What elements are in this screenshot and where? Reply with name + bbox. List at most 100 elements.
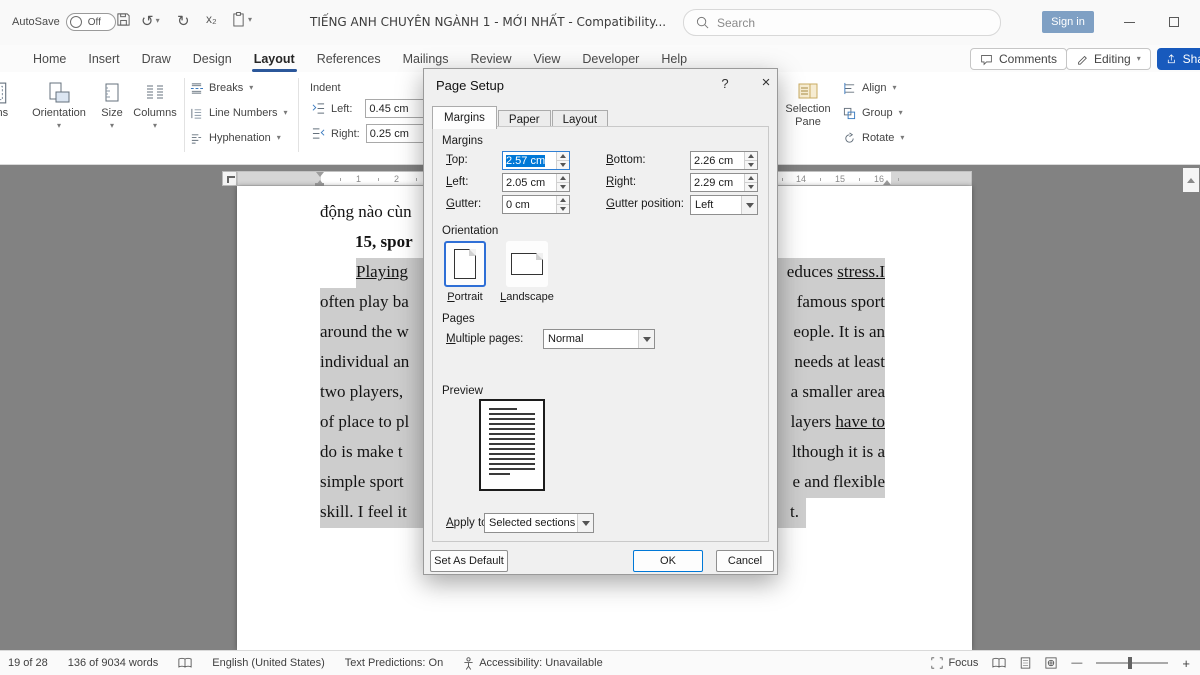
right-indent-marker[interactable] <box>883 176 891 185</box>
right-margin-input[interactable]: 2.29 cm <box>690 173 758 192</box>
focus-mode-button[interactable]: Focus <box>931 657 978 669</box>
breaks-button[interactable]: Breaks ▾ <box>190 80 253 96</box>
dialog-help-button[interactable]: ? <box>716 76 734 94</box>
right-margin-spinner[interactable] <box>744 174 757 191</box>
ruler-number: 2 <box>394 174 399 184</box>
subscript-button[interactable]: x₂ <box>206 12 217 26</box>
tab-draw[interactable]: Draw <box>131 45 182 72</box>
rotate-button[interactable]: Rotate ▾ <box>843 130 904 146</box>
orientation-icon <box>48 82 70 104</box>
tab-layout[interactable]: Layout <box>243 45 306 72</box>
multiple-pages-dropdown[interactable]: Normal <box>543 329 655 349</box>
title-chevron-icon[interactable]: ▾ <box>628 16 632 24</box>
ruler-tick <box>340 178 341 181</box>
gutter-position-dropdown[interactable]: Left <box>690 195 758 215</box>
tab-design[interactable]: Design <box>182 45 243 72</box>
undo-button[interactable]: ↺ ▾ <box>141 12 160 30</box>
selection-pane-label-1: Selection <box>785 103 830 115</box>
indent-right-input[interactable] <box>366 124 428 143</box>
landscape-icon <box>511 253 543 275</box>
save-button[interactable] <box>116 12 131 27</box>
sign-in-button[interactable]: Sign in <box>1042 11 1094 33</box>
dialog-close-button[interactable]: × <box>756 74 776 94</box>
rotate-icon <box>843 132 856 145</box>
portrait-option[interactable] <box>444 241 486 287</box>
zoom-out-button[interactable]: — <box>1071 657 1082 669</box>
maximize-button[interactable] <box>1169 17 1179 27</box>
search-input[interactable] <box>717 16 957 30</box>
tab-references[interactable]: References <box>306 45 392 72</box>
chevron-down-icon: ▾ <box>57 122 61 130</box>
share-button[interactable]: Shar <box>1157 48 1200 70</box>
editing-mode-button[interactable]: Editing ▾ <box>1066 48 1151 70</box>
autosave-control[interactable]: AutoSave Off <box>12 13 116 31</box>
zoom-slider-thumb[interactable] <box>1128 657 1132 669</box>
read-mode-icon <box>992 657 1006 669</box>
top-margin-spinner[interactable] <box>556 152 569 169</box>
indent-left-input[interactable] <box>365 99 427 118</box>
comments-button[interactable]: Comments <box>970 48 1067 70</box>
cancel-button[interactable]: Cancel <box>716 550 774 572</box>
tab-home[interactable]: Home <box>22 45 77 72</box>
clipboard-icon <box>232 12 245 27</box>
left-margin-input[interactable]: 2.05 cm <box>502 173 570 192</box>
title-bar: AutoSave Off ↺ ▾ ↻ x₂ ▾ TIẾNG ANH CHUYÊN… <box>0 0 1200 45</box>
hyphenation-button[interactable]: Hyphenation ▾ <box>190 130 281 146</box>
page-indicator[interactable]: 19 of 28 <box>8 657 48 669</box>
text-predictions-indicator[interactable]: Text Predictions: On <box>345 657 443 669</box>
zoom-slider[interactable] <box>1096 662 1168 664</box>
scrollbar-up-button[interactable] <box>1183 168 1199 192</box>
size-button[interactable]: Size ▾ <box>96 82 128 130</box>
accessibility-checker[interactable]: Accessibility: Unavailable <box>463 657 603 670</box>
tab-insert[interactable]: Insert <box>77 45 130 72</box>
landscape-option[interactable] <box>506 241 548 287</box>
group-divider <box>298 78 299 152</box>
bottom-margin-input[interactable]: 2.26 cm <box>690 151 758 170</box>
zoom-in-button[interactable]: + <box>1182 656 1190 671</box>
top-margin-label: Top: <box>446 154 468 166</box>
proofing-button[interactable] <box>178 657 192 669</box>
page-setup-dialog: Page Setup ? × Margins Paper Layout Marg… <box>423 68 778 575</box>
bottom-margin-spinner[interactable] <box>744 152 757 169</box>
language-indicator[interactable]: English (United States) <box>212 657 325 669</box>
spin-down-icon <box>748 185 754 192</box>
group-objects-icon <box>843 107 856 120</box>
line-numbers-button[interactable]: Line Numbers ▾ <box>190 105 288 121</box>
orientation-button[interactable]: Orientation ▾ <box>30 82 88 130</box>
ok-button[interactable]: OK <box>633 550 703 572</box>
minimize-button[interactable] <box>1124 22 1135 23</box>
paste-button[interactable]: ▾ <box>232 12 252 27</box>
selection-pane-button[interactable]: Selection Pane <box>783 82 833 128</box>
comments-label: Comments <box>999 52 1057 66</box>
redo-button[interactable]: ↻ <box>177 12 190 30</box>
left-margin-spinner[interactable] <box>556 174 569 191</box>
ruler-right-margin-zone <box>891 172 971 185</box>
chevron-down-icon: ▾ <box>153 122 157 130</box>
print-layout-icon <box>1020 657 1031 669</box>
autosave-toggle[interactable]: Off <box>66 13 116 31</box>
columns-button[interactable]: Columns ▾ <box>132 82 178 130</box>
web-layout-button[interactable] <box>1045 657 1057 669</box>
chevron-down-icon: ▾ <box>899 109 903 117</box>
apply-to-dropdown[interactable]: Selected sections <box>484 513 594 533</box>
ruler-tick <box>416 178 417 181</box>
document-title: TIẾNG ANH CHUYÊN NGÀNH 1 - MỚI NHẤT - Co… <box>310 15 640 29</box>
search-box[interactable] <box>683 9 1001 36</box>
subscript-icon: x₂ <box>206 12 217 26</box>
group-button[interactable]: Group ▾ <box>843 105 903 121</box>
gutter-input[interactable]: 0 cm <box>502 195 570 214</box>
dialog-tab-margins[interactable]: Margins <box>432 106 497 129</box>
orientation-label: Orientation <box>32 107 86 119</box>
focus-label: Focus <box>948 657 978 669</box>
align-button[interactable]: Align ▾ <box>843 80 896 96</box>
word-count[interactable]: 136 of 9034 words <box>68 657 159 669</box>
chevron-down-icon: ▾ <box>110 122 114 130</box>
tab-stop-selector[interactable] <box>222 171 237 186</box>
search-icon <box>696 16 709 29</box>
set-as-default-button[interactable]: Set As Default <box>430 550 508 572</box>
print-layout-button[interactable] <box>1020 657 1031 669</box>
read-mode-button[interactable] <box>992 657 1006 669</box>
margins-button[interactable]: gins ▾ <box>0 82 24 130</box>
top-margin-input[interactable]: 2.57 cm <box>502 151 570 170</box>
gutter-spinner[interactable] <box>556 196 569 213</box>
